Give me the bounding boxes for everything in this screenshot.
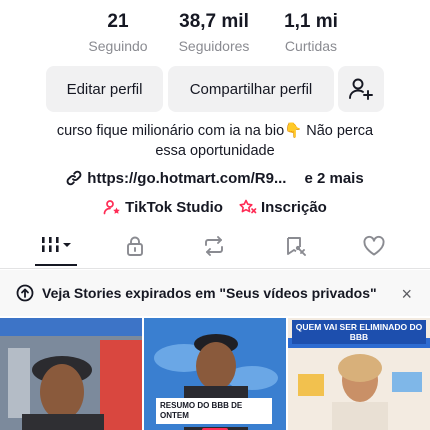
likes-stat[interactable]: 1,1 mi Curtidas: [261, 10, 361, 56]
profile-stats: 21 Seguindo 38,7 mil Seguidores 1,1 mi C…: [0, 10, 430, 56]
thumbnail-2-caption-line-1: RESUMO DO BBB DE: [160, 401, 243, 410]
subscription-label: Inscrição: [260, 198, 327, 216]
subscription-icon: [239, 199, 261, 215]
tab-reposts[interactable]: [184, 230, 244, 268]
following-count: 21: [107, 11, 129, 32]
studio-icon: [103, 199, 125, 215]
banner-text: Veja Stories expirados em "Seus vídeos p…: [42, 285, 377, 301]
link-more[interactable]: e 2 mais: [304, 170, 363, 187]
thumbnail-2-caption-line-2: ONTEM: [160, 411, 189, 420]
heart-icon: [362, 235, 386, 257]
likes-count: 1,1 mi: [284, 11, 338, 32]
bio-link[interactable]: https://go.hotmart.com/R9... e 2 mais: [0, 168, 430, 188]
followers-label: Seguidores: [178, 38, 250, 54]
favorites-icon: [283, 235, 307, 257]
tab-private[interactable]: [105, 230, 165, 268]
tiktok-studio-button[interactable]: TikTok Studio: [103, 199, 223, 216]
bio-line-1: curso fique milionário com ia na bio👇 Nã…: [56, 123, 374, 139]
tab-videos[interactable]: [27, 230, 87, 268]
tab-liked[interactable]: [344, 230, 404, 268]
bio-line-2: essa oportunidade: [155, 143, 275, 159]
thumbnail-1-image: [0, 318, 142, 430]
video-thumbnail-2[interactable]: RESUMO DO BBB DE ONTEM: [144, 318, 286, 430]
edit-profile-button[interactable]: Editar perfil: [46, 66, 163, 112]
video-thumbnail-3[interactable]: QUEM VAI SER ELIMINADO DO BBB: [288, 318, 430, 430]
video-thumbnail-1[interactable]: [0, 318, 142, 430]
repost-icon: [202, 235, 226, 257]
lock-icon: [124, 235, 146, 257]
subscription-button[interactable]: Inscrição: [239, 199, 327, 216]
add-user-icon: [348, 77, 374, 101]
tabs-divider: [0, 268, 430, 269]
likes-label: Curtidas: [284, 38, 338, 54]
thumbnail-3-caption: QUEM VAI SER ELIMINADO DO BBB: [292, 320, 426, 344]
add-friend-button[interactable]: [338, 66, 384, 112]
followers-stat[interactable]: 38,7 mil Seguidores: [164, 10, 264, 56]
profile-tabs: [0, 230, 430, 268]
creator-tools: TikTok Studio Inscrição: [0, 196, 430, 218]
studio-label: TikTok Studio: [125, 198, 223, 216]
video-grid: RESUMO DO BBB DE ONTEM QUEM VAI SER ELIM…: [0, 318, 430, 430]
followers-count: 38,7 mil: [179, 11, 249, 32]
following-stat[interactable]: 21 Seguindo: [68, 10, 168, 56]
link-url: https://go.hotmart.com/R9...: [87, 169, 287, 187]
active-tab-indicator: [35, 264, 77, 266]
thumbnail-2-caption: RESUMO DO BBB DE ONTEM: [156, 398, 272, 427]
videos-grid-icon: [40, 235, 74, 255]
link-icon: [66, 170, 87, 186]
stories-upload-icon: [16, 284, 34, 302]
following-label: Seguindo: [88, 38, 148, 54]
share-profile-button[interactable]: Compartilhar perfil: [168, 66, 334, 112]
tab-favorites[interactable]: [265, 230, 325, 268]
stories-banner[interactable]: Veja Stories expirados em "Seus vídeos p…: [0, 270, 430, 316]
profile-bio: curso fique milionário com ia na bio👇 Nã…: [20, 121, 410, 161]
close-icon[interactable]: ×: [401, 284, 412, 305]
